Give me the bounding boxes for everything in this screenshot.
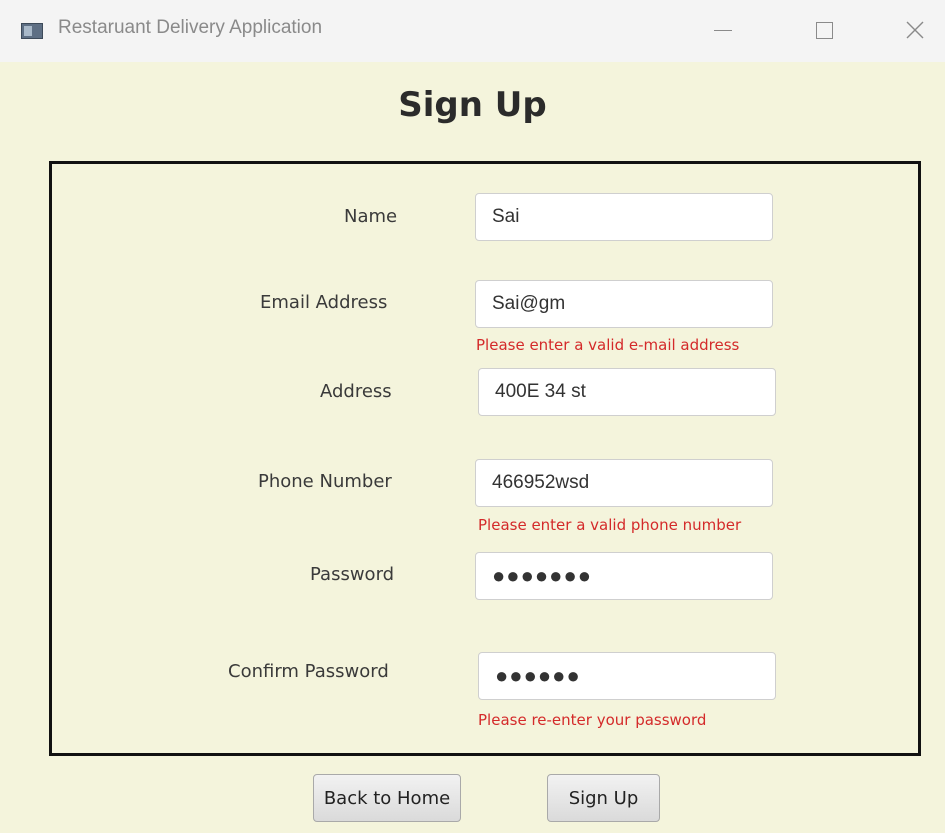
window-title: Restaruant Delivery Application xyxy=(58,17,323,38)
phone-error: Please enter a valid phone number xyxy=(478,516,742,534)
minimize-button[interactable] xyxy=(700,10,746,50)
confirm-password-label: Confirm Password xyxy=(228,661,389,682)
close-button[interactable] xyxy=(892,10,938,50)
confirm-password-error: Please re-enter your password xyxy=(478,711,707,729)
sign-up-button[interactable]: Sign Up xyxy=(547,774,660,822)
email-error: Please enter a valid e-mail address xyxy=(476,336,740,354)
minimize-icon xyxy=(714,29,732,31)
phone-label: Phone Number xyxy=(258,471,392,492)
close-icon xyxy=(906,21,924,39)
title-bar: Restaruant Delivery Application xyxy=(0,0,945,62)
phone-field[interactable] xyxy=(475,459,773,507)
maximize-button[interactable] xyxy=(801,10,847,50)
email-label: Email Address xyxy=(260,292,388,313)
password-label: Password xyxy=(310,564,395,585)
confirm-password-field[interactable] xyxy=(478,652,776,700)
address-label: Address xyxy=(320,381,392,402)
address-field[interactable] xyxy=(478,368,776,416)
name-label: Name xyxy=(344,206,398,227)
back-to-home-button[interactable]: Back to Home xyxy=(313,774,461,822)
name-field[interactable] xyxy=(475,193,773,241)
email-field[interactable] xyxy=(475,280,773,328)
maximize-icon xyxy=(815,21,833,39)
page-title: Sign Up xyxy=(398,85,547,125)
password-field[interactable] xyxy=(475,552,773,600)
app-icon xyxy=(21,23,43,39)
